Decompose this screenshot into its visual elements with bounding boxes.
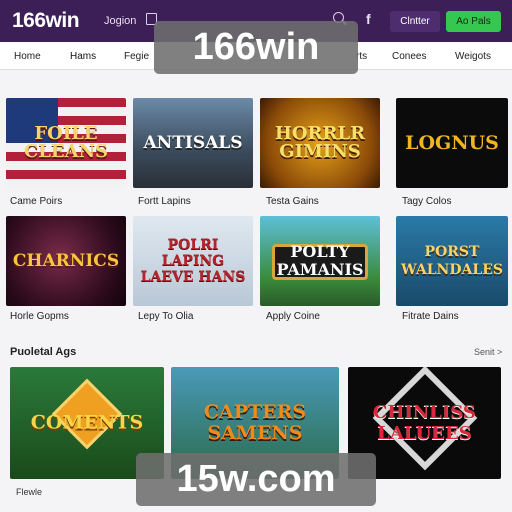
game-tile[interactable]: PORST WALNDALES xyxy=(396,216,508,306)
game-caption[interactable]: Fortt Lapins xyxy=(138,196,191,207)
game-tile[interactable]: POLTY PAMANIS xyxy=(260,216,380,306)
featured-card-title: COMENTS xyxy=(30,411,144,434)
game-caption[interactable]: Tagy Colos xyxy=(402,196,451,207)
game-tile-title: ANTISALS xyxy=(143,133,243,153)
game-caption[interactable]: Fitrate Dains xyxy=(402,311,459,322)
game-tile[interactable]: CHARNICS xyxy=(6,216,126,306)
game-tile[interactable]: LOGNUS xyxy=(396,98,508,188)
game-caption[interactable]: Horle Gopms xyxy=(10,311,69,322)
nav-item-conees[interactable]: Conees xyxy=(392,51,426,62)
game-tile-title: POLTY PAMANIS xyxy=(276,242,364,279)
featured-caption[interactable]: Flewle xyxy=(16,487,42,497)
featured-card-title: CHINLISS LALUEES xyxy=(373,402,476,444)
game-tile-title: PORST WALNDALES xyxy=(401,244,503,278)
site-logo[interactable]: 166win xyxy=(12,9,80,33)
game-tile-title: CHARNICS xyxy=(12,251,120,271)
login-button[interactable]: Clntter xyxy=(390,11,440,32)
facebook-icon[interactable]: f xyxy=(366,11,371,27)
game-tile[interactable]: FOILE CLEANS xyxy=(6,98,126,188)
game-tile[interactable]: POLRI LAPING LAEVE HANS xyxy=(133,216,253,306)
featured-card-title: CAPTERS SAMENS xyxy=(203,401,307,444)
game-caption[interactable]: Came Poirs xyxy=(10,196,62,207)
top-nav-link[interactable]: Jogion xyxy=(104,15,136,27)
nav-item-hams[interactable]: Hams xyxy=(70,51,96,62)
nav-item-home[interactable]: Home xyxy=(14,51,41,62)
nav-item-weigots[interactable]: Weigots xyxy=(455,51,491,62)
see-all-link[interactable]: Senit > xyxy=(474,347,502,357)
game-tile[interactable]: ANTISALS xyxy=(133,98,253,188)
nav-item-fegie[interactable]: Fegie xyxy=(124,51,149,62)
game-tile-title: LOGNUS xyxy=(405,132,499,154)
game-tile-title: POLRI LAPING LAEVE HANS xyxy=(140,237,246,285)
game-caption[interactable]: Apply Coine xyxy=(266,311,320,322)
game-tile-title: HORRLR GIMINS xyxy=(274,123,366,162)
game-caption[interactable]: Testa Gains xyxy=(266,196,319,207)
section-title: Puoletal Ags xyxy=(10,346,77,358)
game-caption[interactable]: Lepy To Olia xyxy=(138,311,193,322)
game-tile[interactable]: HORRLR GIMINS xyxy=(260,98,380,188)
watermark-bottom: 15w.com xyxy=(136,453,376,506)
watermark-top: 166win xyxy=(154,21,358,74)
signup-button[interactable]: Ao Pals xyxy=(446,11,501,32)
game-tile-title: FOILE CLEANS xyxy=(23,123,109,162)
